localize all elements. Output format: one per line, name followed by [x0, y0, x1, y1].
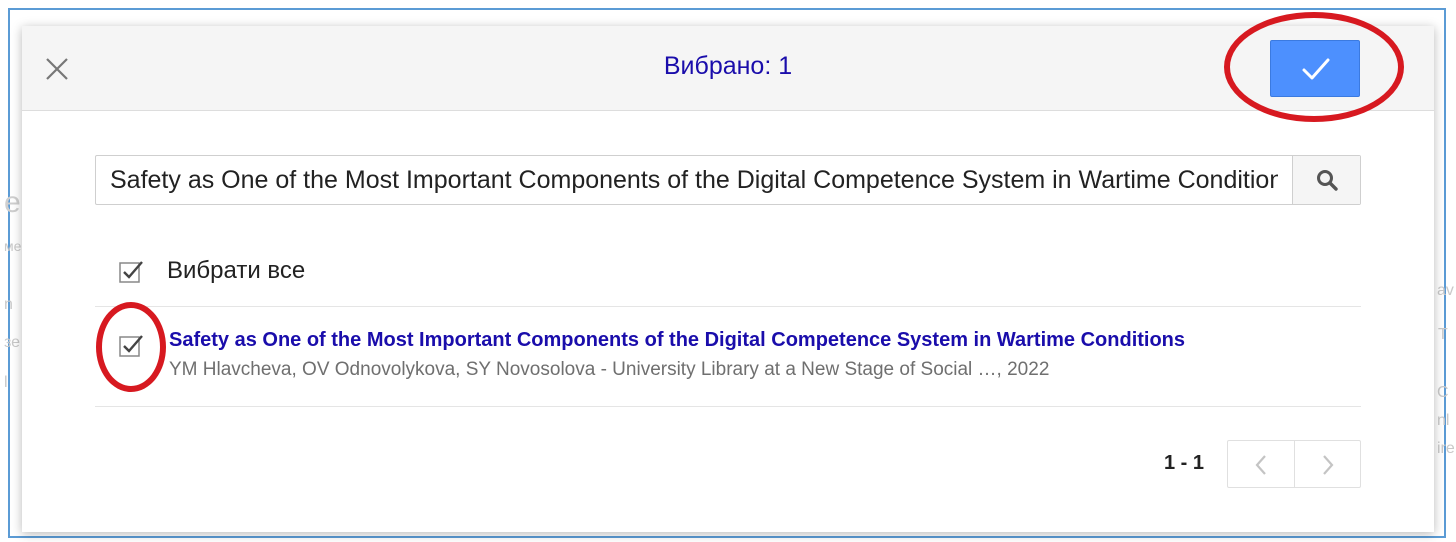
confirm-button[interactable] — [1270, 40, 1360, 97]
divider — [95, 406, 1361, 407]
background-fragment: n — [4, 296, 13, 313]
select-all-label: Вибрати все — [167, 257, 306, 284]
background-fragment: ire — [1437, 440, 1455, 457]
checkbox-checked-icon — [119, 261, 143, 283]
search-button[interactable] — [1292, 156, 1360, 204]
result-authors-source: YM Hlavcheva, OV Odnovolykova, SY Novoso… — [169, 359, 1050, 380]
divider — [95, 306, 1361, 307]
pagination-range: 1 - 1 — [1164, 452, 1205, 474]
chevron-right-icon — [1323, 455, 1334, 475]
dialog-title: Вибрано: 1 — [663, 52, 793, 80]
dialog-header: Вибрано: 1 — [22, 12, 1434, 122]
search-box — [95, 155, 1361, 205]
background-fragment: nl — [1437, 412, 1450, 429]
background-fragment: е — [4, 186, 21, 219]
next-page-button[interactable] — [1295, 441, 1361, 487]
checkbox-checked-icon — [119, 335, 143, 357]
chevron-left-icon — [1255, 455, 1266, 475]
background-fragment: l — [4, 374, 8, 391]
pagination-controls — [1227, 440, 1361, 488]
checkmark-icon — [1302, 58, 1330, 80]
background-fragment: ме — [4, 238, 22, 254]
background-fragment: T — [1438, 326, 1448, 343]
search-input[interactable] — [96, 156, 1292, 204]
background-fragment: С — [1437, 384, 1449, 401]
search-icon — [1317, 170, 1338, 191]
result-title-link[interactable]: Safety as One of the Most Important Comp… — [169, 329, 1185, 352]
background-fragment: av — [1437, 282, 1454, 299]
select-articles-dialog: Вибрано: 1 Вибрати все — [22, 12, 1434, 532]
previous-page-button[interactable] — [1228, 441, 1295, 487]
background-fragment: зе — [4, 334, 21, 351]
result-checkbox[interactable] — [118, 334, 144, 363]
